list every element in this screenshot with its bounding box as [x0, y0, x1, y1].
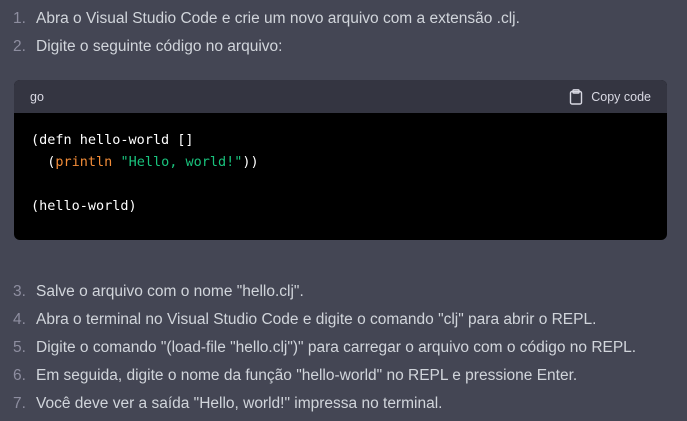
- code-line: (println "Hello, world!")): [31, 154, 259, 170]
- code-block: go Copy code (defn hello-world [] (print…: [14, 80, 667, 240]
- code-body[interactable]: (defn hello-world [] (println "Hello, wo…: [14, 113, 667, 233]
- instruction-list-top: 1. Abra o Visual Studio Code e crie um n…: [0, 5, 687, 61]
- list-number: 7.: [13, 395, 26, 412]
- list-text: Salve o arquivo com o nome "hello.clj".: [36, 283, 304, 300]
- list-number: 4.: [13, 311, 26, 328]
- instruction-list-bottom: 3. Salve o arquivo com o nome "hello.clj…: [0, 278, 687, 418]
- list-item: 4. Abra o terminal no Visual Studio Code…: [0, 306, 687, 334]
- clipboard-icon: [569, 88, 583, 105]
- list-text: Abra o Visual Studio Code e crie um novo…: [36, 10, 520, 27]
- code-string: "Hello, world!": [120, 154, 243, 170]
- list-item: 5. Digite o comando "(load-file "hello.c…: [0, 334, 687, 362]
- code-language-label: go: [30, 89, 44, 104]
- list-item: 7. Você deve ver a saída "Hello, world!"…: [0, 390, 687, 418]
- list-text: Em seguida, digite o nome da função "hel…: [36, 367, 578, 384]
- list-number: 5.: [13, 339, 26, 356]
- list-number: 6.: [13, 367, 26, 384]
- list-text: Você deve ver a saída "Hello, world!" im…: [36, 395, 443, 412]
- code-line: (defn hello-world []: [31, 132, 194, 148]
- list-number: 3.: [13, 283, 26, 300]
- code-line: (hello-world): [31, 198, 137, 214]
- list-item: 1. Abra o Visual Studio Code e crie um n…: [0, 5, 687, 33]
- code-function-name: println: [55, 154, 113, 170]
- list-text: Abra o terminal no Visual Studio Code e …: [36, 311, 597, 328]
- list-number: 1.: [13, 10, 26, 27]
- list-item: 2. Digite o seguinte código no arquivo:: [0, 33, 687, 61]
- list-item: 6. Em seguida, digite o nome da função "…: [0, 362, 687, 390]
- list-text: Digite o seguinte código no arquivo:: [36, 38, 283, 55]
- code-header: go Copy code: [14, 80, 667, 113]
- list-number: 2.: [13, 38, 26, 55]
- copy-code-label: Copy code: [591, 89, 651, 104]
- list-text: Digite o comando "(load-file "hello.clj"…: [36, 339, 637, 356]
- copy-code-button[interactable]: Copy code: [569, 88, 651, 105]
- list-item: 3. Salve o arquivo com o nome "hello.clj…: [0, 278, 687, 306]
